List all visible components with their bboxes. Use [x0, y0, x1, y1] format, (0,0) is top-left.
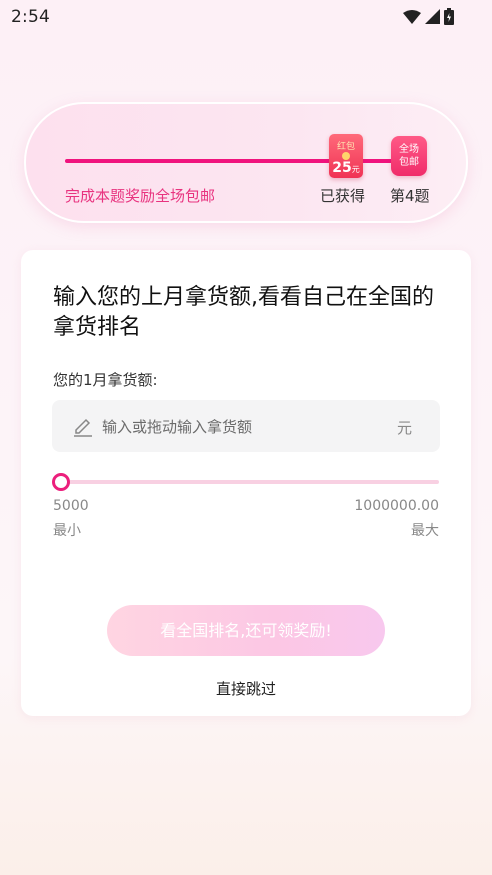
question-title: 输入您的上月拿货额,看看自己在全国的拿货排名	[53, 285, 434, 340]
reward-text: 完成本题奖励全场包邮	[65, 187, 216, 205]
redpack-amount: 25元	[332, 160, 360, 176]
redpack-label: 红包	[336, 142, 355, 152]
battery-icon	[444, 8, 454, 25]
progress-card: 红包 25元 全场 包邮 完成本题奖励全场包邮 已获得 第4题	[24, 102, 468, 223]
wifi-icon	[403, 9, 421, 24]
obtained-label: 已获得	[320, 187, 366, 205]
free-shipping-line1: 全场	[399, 144, 419, 155]
status-time: 2:54	[11, 7, 50, 27]
status-icons	[403, 8, 454, 25]
free-shipping-line2: 包邮	[399, 157, 419, 168]
next-question-label: 第4题	[390, 187, 430, 205]
signal-icon	[425, 9, 440, 24]
slider-min-label: 最小	[53, 523, 81, 539]
coin-icon	[342, 152, 350, 160]
slider-max-label: 最大	[411, 523, 439, 539]
question-card: 输入您的上月拿货额,看看自己在全国的拿货排名 您的1月拿货额: 输入或拖动输入拿…	[21, 250, 471, 716]
amount-slider-thumb[interactable]	[52, 473, 70, 491]
edit-icon	[74, 418, 92, 437]
skip-link[interactable]: 直接跳过	[21, 678, 471, 699]
amount-prompt: 您的1月拿货额:	[53, 371, 158, 389]
status-bar: 2:54	[0, 0, 492, 34]
slider-min-value: 5000	[53, 498, 89, 514]
amount-slider-track[interactable]	[61, 480, 439, 484]
amount-input-placeholder: 输入或拖动输入拿货额	[102, 418, 253, 436]
free-shipping-badge: 全场 包邮	[391, 136, 427, 176]
slider-max-value: 1000000.00	[354, 498, 439, 514]
amount-input[interactable]: 输入或拖动输入拿货额 元	[52, 400, 440, 452]
currency-unit: 元	[396, 419, 412, 437]
redpack-reward-icon: 红包 25元	[329, 134, 363, 178]
view-ranking-button[interactable]: 看全国排名,还可领奖励!	[107, 605, 385, 656]
